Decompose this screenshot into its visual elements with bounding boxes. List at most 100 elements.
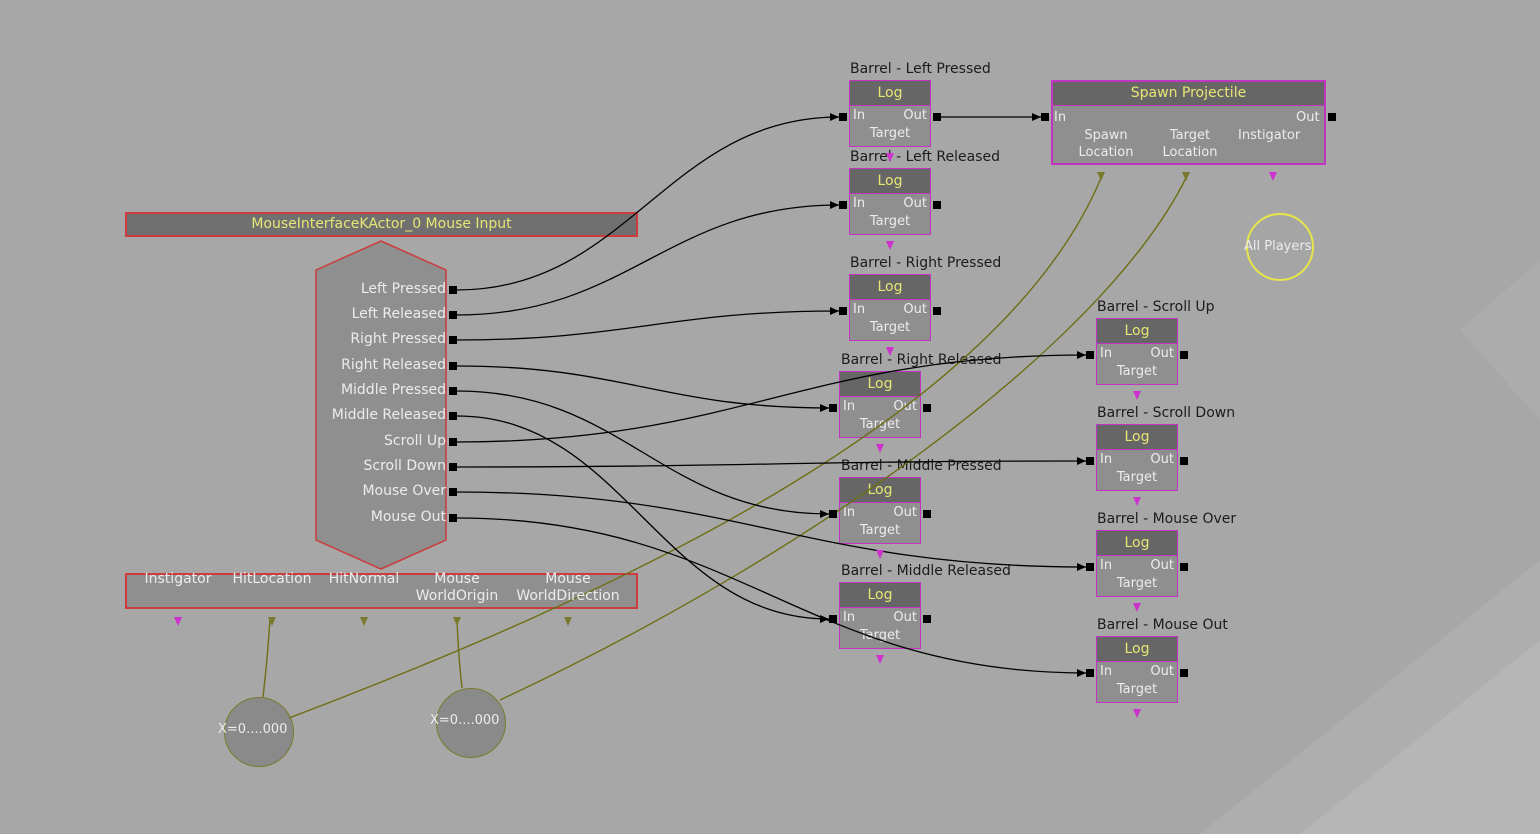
- mouse-output-label: Left Released: [351, 306, 446, 322]
- log-in-pin[interactable]: [829, 510, 837, 518]
- spawn-projectile-header: Spawn Projectile: [1053, 82, 1324, 106]
- log-node-title: Barrel - Right Pressed: [850, 255, 1002, 271]
- mouse-output-label: Right Released: [341, 357, 446, 373]
- mouse-output-label: Middle Released: [331, 407, 446, 423]
- log-out-pin[interactable]: [933, 201, 941, 209]
- vector-variable-value: X=0....000: [218, 722, 288, 737]
- log-out-pin[interactable]: [1180, 563, 1188, 571]
- log-target-label: Target: [859, 628, 901, 643]
- log-target-pin[interactable]: [876, 649, 884, 664]
- log-target-pin[interactable]: [1133, 385, 1141, 400]
- log-in-label: In: [853, 302, 866, 317]
- log-target-label: Target: [869, 214, 911, 229]
- log-target-pin[interactable]: [1133, 597, 1141, 612]
- mouse-output-pin[interactable]: [449, 286, 457, 294]
- log-target-label: Target: [1116, 576, 1158, 591]
- log-node-header: Log: [850, 81, 930, 106]
- log-node-header: Log: [840, 583, 920, 608]
- log-in-pin[interactable]: [1086, 351, 1094, 359]
- log-target-label: Target: [1116, 470, 1158, 485]
- log-target-label: Target: [1116, 364, 1158, 379]
- log-in-pin[interactable]: [839, 201, 847, 209]
- log-node[interactable]: Log In Out Target: [1096, 424, 1178, 491]
- log-target-pin[interactable]: [886, 147, 894, 162]
- log-target-pin[interactable]: [1133, 703, 1141, 718]
- log-out-pin[interactable]: [1180, 351, 1188, 359]
- mouse-output-pin[interactable]: [449, 336, 457, 344]
- log-node-title: Barrel - Middle Pressed: [841, 458, 1002, 474]
- log-out-pin[interactable]: [933, 113, 941, 121]
- log-node-title: Barrel - Mouse Out: [1097, 617, 1228, 633]
- log-target-label: Target: [869, 320, 911, 335]
- log-in-pin[interactable]: [829, 404, 837, 412]
- mouse-output-pin[interactable]: [449, 514, 457, 522]
- log-out-pin[interactable]: [923, 404, 931, 412]
- mouse-variable-pin[interactable]: [564, 611, 572, 626]
- spawn-location-pin[interactable]: [1097, 166, 1105, 181]
- mouse-output-pin[interactable]: [449, 311, 457, 319]
- log-node[interactable]: Log In Out Target: [839, 371, 921, 438]
- mouse-variable-pin[interactable]: [174, 611, 182, 626]
- target-location-line1: Target: [1169, 128, 1211, 143]
- log-node-title: Barrel - Middle Released: [841, 563, 1011, 579]
- mouse-input-title[interactable]: MouseInterfaceKActor_0 Mouse Input: [125, 212, 638, 237]
- log-node[interactable]: Log In Out Target: [849, 274, 931, 341]
- log-node[interactable]: Log In Out Target: [839, 477, 921, 544]
- log-out-pin[interactable]: [923, 615, 931, 623]
- mouse-output-pin[interactable]: [449, 463, 457, 471]
- log-target-label: Target: [1116, 682, 1158, 697]
- log-node[interactable]: Log In Out Target: [849, 168, 931, 235]
- instigator-label: Instigator: [1238, 128, 1301, 143]
- log-node[interactable]: Log In Out Target: [1096, 530, 1178, 597]
- log-target-pin[interactable]: [886, 341, 894, 356]
- log-target-label: Target: [859, 523, 901, 538]
- mouse-output-pin[interactable]: [449, 387, 457, 395]
- mouse-output-label: Middle Pressed: [340, 382, 446, 398]
- log-in-pin[interactable]: [839, 113, 847, 121]
- log-node-header: Log: [850, 169, 930, 194]
- log-in-pin[interactable]: [1086, 669, 1094, 677]
- log-out-label: Out: [893, 610, 917, 625]
- log-node[interactable]: Log In Out Target: [849, 80, 931, 147]
- log-node-header: Log: [1097, 319, 1177, 344]
- mouse-output-pin[interactable]: [449, 362, 457, 370]
- log-out-pin[interactable]: [1180, 669, 1188, 677]
- log-target-pin[interactable]: [876, 438, 884, 453]
- mouse-variable-pin[interactable]: [360, 611, 368, 626]
- log-node[interactable]: Log In Out Target: [1096, 636, 1178, 703]
- log-node[interactable]: Log In Out Target: [1096, 318, 1178, 385]
- target-location-pin[interactable]: [1182, 166, 1190, 181]
- spawn-out-pin[interactable]: [1328, 113, 1336, 121]
- mouse-variable-pin[interactable]: [268, 611, 276, 626]
- log-out-pin[interactable]: [933, 307, 941, 315]
- log-node-title: Barrel - Right Released: [841, 352, 1002, 368]
- log-target-pin[interactable]: [886, 235, 894, 250]
- mouse-output-label: Scroll Up: [384, 433, 446, 449]
- log-in-pin[interactable]: [1086, 563, 1094, 571]
- log-out-pin[interactable]: [923, 510, 931, 518]
- log-in-label: In: [853, 108, 866, 123]
- log-target-pin[interactable]: [1133, 491, 1141, 506]
- spawn-in-pin[interactable]: [1041, 113, 1049, 121]
- log-in-pin[interactable]: [1086, 457, 1094, 465]
- mouse-output-pin[interactable]: [449, 412, 457, 420]
- mouse-output-label: Mouse Out: [370, 509, 446, 525]
- log-out-label: Out: [1150, 452, 1174, 467]
- vector-variable-value: X=0....000: [430, 713, 500, 728]
- log-node-title: Barrel - Scroll Up: [1097, 299, 1215, 315]
- mouse-output-pin[interactable]: [449, 438, 457, 446]
- log-in-label: In: [1100, 664, 1113, 679]
- log-in-pin[interactable]: [829, 615, 837, 623]
- kismet-canvas[interactable]: MouseInterfaceKActor_0 Mouse Input Left P…: [0, 0, 1540, 834]
- instigator-pin[interactable]: [1269, 166, 1277, 181]
- log-node[interactable]: Log In Out Target: [839, 582, 921, 649]
- log-out-pin[interactable]: [1180, 457, 1188, 465]
- log-node-header: Log: [1097, 531, 1177, 556]
- log-target-pin[interactable]: [876, 544, 884, 559]
- log-out-label: Out: [1150, 346, 1174, 361]
- mouse-output-pin[interactable]: [449, 488, 457, 496]
- log-in-pin[interactable]: [839, 307, 847, 315]
- log-node-header: Log: [840, 372, 920, 397]
- mouse-variable-pin[interactable]: [453, 611, 461, 626]
- log-in-label: In: [843, 399, 856, 414]
